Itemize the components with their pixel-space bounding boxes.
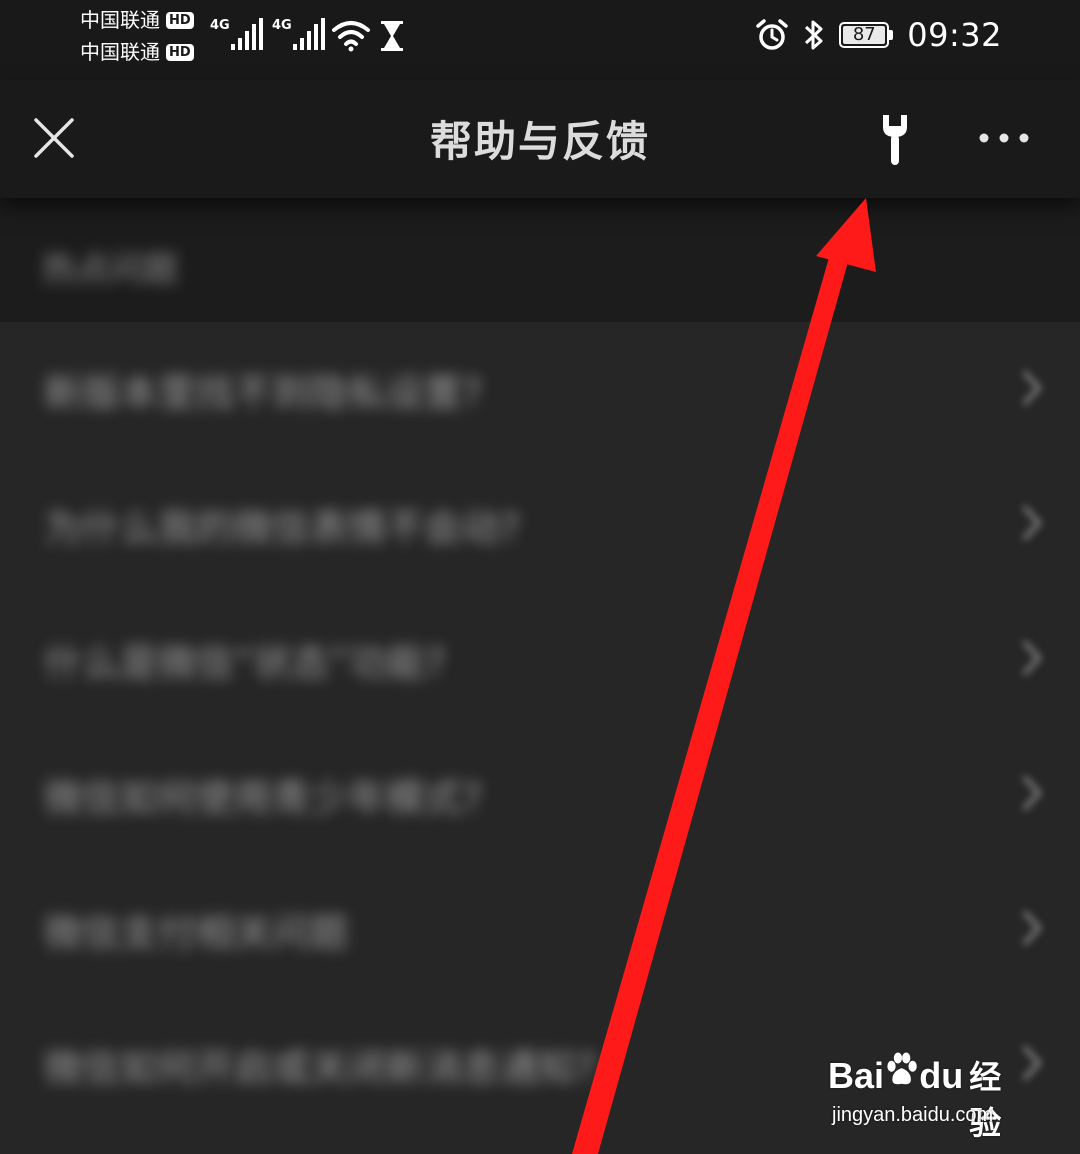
hd-badge-2: HD bbox=[166, 43, 194, 61]
watermark-brand-right: du bbox=[919, 1055, 964, 1096]
more-button[interactable] bbox=[972, 114, 1036, 162]
faq-item[interactable]: 新版本里找不到隐私设置? bbox=[0, 322, 1080, 457]
signal-bars-icon bbox=[230, 18, 263, 50]
faq-item[interactable]: 微信如何使用青少年模式? bbox=[0, 727, 1080, 862]
more-horizontal-icon bbox=[979, 133, 1029, 143]
hourglass-icon bbox=[381, 21, 403, 51]
watermark-brand-cn: 经验 bbox=[969, 1059, 1002, 1141]
faq-item-label: 微信如何使用青少年模式? bbox=[44, 776, 483, 820]
faq-item[interactable]: 微信支付相关问题 bbox=[0, 862, 1080, 997]
status-time: 09:32 bbox=[907, 16, 1002, 54]
nav-bar: 帮助与反馈 bbox=[0, 80, 1080, 198]
tool-button[interactable] bbox=[868, 108, 922, 172]
faq-item-label: 新版本里找不到隐私设置? bbox=[44, 371, 483, 415]
faq-item-label: 微信支付相关问题 bbox=[44, 911, 349, 955]
chevron-right-icon bbox=[1023, 911, 1042, 945]
cell-signal-1: 4G bbox=[210, 18, 263, 50]
section-header-label: 热点问题 bbox=[42, 250, 178, 290]
wrench-icon bbox=[883, 115, 907, 165]
baidu-jingyan-watermark: Bai du 经验 jingyan.baidu.com bbox=[828, 1036, 1028, 1141]
faq-item-label: 什么是微信“状态”功能? bbox=[44, 641, 446, 685]
watermark-brand-left: Bai bbox=[828, 1055, 885, 1096]
cell-signal-2: 4G bbox=[272, 18, 325, 50]
faq-item[interactable]: 为什么我的微信表情不会动? bbox=[0, 457, 1080, 592]
hd-badge-1: HD bbox=[166, 11, 194, 29]
faq-item-label: 微信如何开启或关闭新消息通知? bbox=[44, 1046, 597, 1090]
chevron-right-icon bbox=[1023, 371, 1042, 405]
section-header: 热点问题 bbox=[0, 198, 1080, 322]
wifi-icon bbox=[332, 21, 370, 52]
carrier-2-name: 中国联通 bbox=[80, 40, 160, 64]
paw-icon bbox=[887, 1052, 917, 1085]
bluetooth-icon bbox=[805, 20, 823, 50]
status-right: 87 09:32 bbox=[755, 16, 1002, 54]
carrier-2: 中国联通 HD bbox=[80, 42, 194, 62]
watermark-logo: Bai du 经验 bbox=[828, 1050, 1028, 1144]
alarm-clock-icon bbox=[756, 19, 789, 50]
faq-item-label: 为什么我的微信表情不会动? bbox=[44, 506, 521, 550]
status-bar: 中国联通 HD 中国联通 HD 4G 4G 87 09:32 bbox=[0, 0, 1080, 80]
network-type-1: 4G bbox=[210, 18, 230, 33]
watermark-url: jingyan.baidu.com bbox=[832, 1104, 994, 1126]
signal-bars-icon bbox=[292, 18, 325, 50]
carrier-1: 中国联通 HD bbox=[80, 10, 194, 30]
network-type-2: 4G bbox=[272, 18, 292, 33]
chevron-right-icon bbox=[1023, 506, 1042, 540]
help-content: 热点问题 新版本里找不到隐私设置? 为什么我的微信表情不会动? 什么是微信“状态… bbox=[0, 198, 1080, 1154]
faq-item[interactable]: 什么是微信“状态”功能? bbox=[0, 592, 1080, 727]
battery-percent: 87 bbox=[843, 26, 886, 44]
battery-indicator: 87 bbox=[839, 22, 894, 48]
chevron-right-icon bbox=[1023, 776, 1042, 810]
carrier-1-name: 中国联通 bbox=[80, 8, 160, 32]
chevron-right-icon bbox=[1023, 641, 1042, 675]
